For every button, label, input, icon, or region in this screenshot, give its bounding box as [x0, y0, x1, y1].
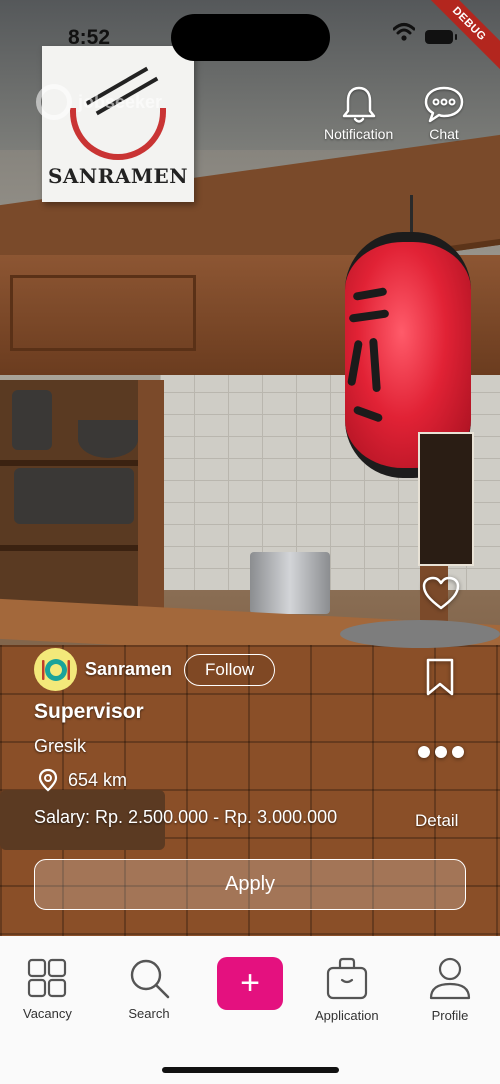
nav-item-add[interactable]: + — [217, 957, 283, 1010]
status-time: 8:52 — [68, 26, 111, 49]
battery-icon — [425, 30, 457, 44]
company-row: Sanramen Follow — [34, 648, 276, 691]
more-dots-icon — [418, 746, 464, 758]
lantern-glyph — [352, 287, 388, 301]
nav-item-search[interactable]: Search — [126, 956, 172, 1021]
nav-label: Application — [315, 1008, 379, 1023]
lantern-wire — [410, 195, 413, 235]
lantern-glyph — [369, 337, 381, 393]
steel-pot — [250, 552, 330, 614]
grill-plate — [340, 620, 500, 648]
bowl-stack — [12, 390, 52, 450]
search-icon — [130, 959, 170, 999]
follow-button[interactable]: Follow — [184, 653, 276, 686]
bell-icon — [342, 86, 375, 123]
bowl-stack — [78, 420, 138, 458]
nav-item-vacancy[interactable]: Vacancy — [23, 956, 72, 1021]
company-name[interactable]: Sanramen — [85, 659, 172, 680]
home-indicator — [162, 1067, 339, 1073]
briefcase-icon — [326, 957, 367, 1000]
distance-text: 654 km — [68, 769, 128, 790]
ramen-sign: SANRAMEN — [42, 46, 194, 202]
more-options-button[interactable] — [416, 744, 466, 765]
lantern-glyph — [352, 405, 384, 423]
bottom-navigation: Vacancy Search + Application Profile — [0, 936, 500, 1084]
nav-label: Profile — [431, 1008, 469, 1023]
bowl-stack — [14, 468, 134, 524]
profile-icon — [429, 957, 471, 1000]
notification-label: Notification — [324, 126, 394, 142]
bookmark-button[interactable] — [425, 657, 455, 702]
distance-row: 654 km — [38, 768, 127, 792]
lantern-glyph — [348, 309, 390, 323]
sign-text: SANRAMEN — [47, 164, 189, 188]
lantern-glyph — [347, 339, 363, 387]
menu-poster — [418, 432, 474, 566]
apply-button[interactable]: Apply — [34, 859, 466, 910]
nav-item-profile[interactable]: Profile — [428, 956, 472, 1023]
salary-text: Salary: Rp. 2.500.000 - Rp. 3.000.000 — [34, 807, 338, 827]
job-city: Gresik — [34, 736, 87, 756]
bookmark-icon — [426, 658, 454, 696]
chat-bubble-icon — [424, 86, 464, 123]
watermark-logo-icon — [36, 84, 72, 120]
like-button[interactable] — [421, 575, 461, 616]
plus-icon: + — [240, 964, 260, 1002]
company-avatar[interactable] — [34, 648, 77, 691]
restaurant-plate-icon — [41, 658, 70, 681]
nav-item-application[interactable]: Application — [315, 956, 379, 1023]
watermark: jobseeker — [36, 84, 162, 120]
nav-label: Search — [128, 1006, 170, 1021]
watermark-text: jobseeker — [78, 91, 163, 112]
stall-post — [138, 380, 164, 630]
heart-icon — [422, 576, 460, 610]
job-title: Supervisor — [34, 700, 144, 723]
chat-button[interactable]: Chat — [422, 84, 466, 142]
nav-label: Vacancy — [23, 1006, 72, 1021]
detail-link[interactable]: Detail — [415, 811, 458, 831]
dynamic-island — [171, 14, 330, 61]
chat-label: Chat — [429, 126, 459, 142]
location-pin-icon — [38, 768, 58, 792]
grid-icon — [28, 958, 67, 998]
wifi-icon — [393, 23, 415, 41]
notification-button[interactable]: Notification — [324, 84, 393, 142]
